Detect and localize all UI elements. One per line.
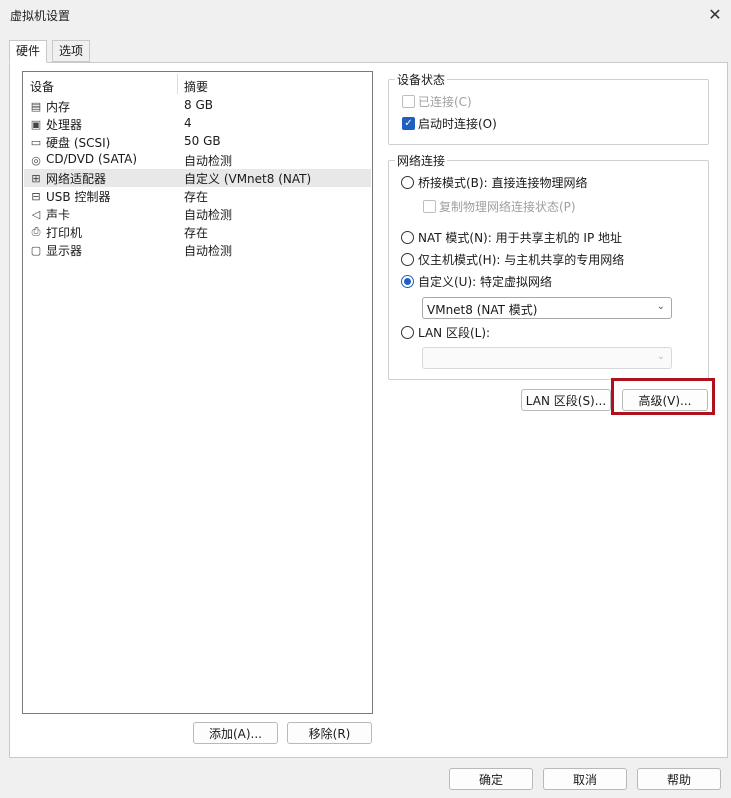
- close-icon[interactable]: ✕: [706, 5, 724, 24]
- list-item-printer[interactable]: ⎙ 打印机 存在: [24, 223, 371, 241]
- bridged-radio[interactable]: [401, 176, 414, 189]
- lan-segments-button[interactable]: LAN 区段(S)...: [521, 389, 611, 411]
- list-item-cd-dvd[interactable]: ◎ CD/DVD (SATA) 自动检测: [24, 151, 371, 169]
- tab-hardware[interactable]: 硬件: [9, 40, 48, 63]
- list-item-usb[interactable]: ⊟ USB 控制器 存在: [24, 187, 371, 205]
- device-name: 硬盘 (SCSI): [46, 136, 111, 150]
- lan-segment-select[interactable]: ⌄: [422, 347, 672, 369]
- column-divider[interactable]: [177, 74, 178, 94]
- lan-segment-radio[interactable]: [401, 326, 414, 339]
- list-item-network-adapter[interactable]: ⊞ 网络适配器 自定义 (VMnet8 (NAT): [24, 169, 371, 187]
- device-name: 声卡: [46, 208, 71, 222]
- bridged-label[interactable]: 桥接模式(B): 直接连接物理网络: [418, 174, 587, 191]
- device-summary: 存在: [184, 190, 209, 204]
- window-title: 虚拟机设置: [10, 9, 71, 23]
- title-bar: 虚拟机设置 ✕: [0, 0, 731, 30]
- device-status-title: 设备状态: [395, 71, 448, 88]
- device-status-group: [388, 79, 709, 145]
- list-item-processor[interactable]: ▣ 处理器 4: [24, 115, 371, 133]
- device-name: 内存: [46, 100, 71, 114]
- custom-network-value: VMnet8 (NAT 模式): [427, 303, 538, 317]
- highlight-box: [611, 378, 715, 415]
- chevron-down-icon: ⌄: [656, 301, 665, 312]
- device-summary: 存在: [184, 226, 209, 240]
- device-summary: 自定义 (VMnet8 (NAT): [184, 172, 312, 186]
- list-item-sound-card[interactable]: ◁ 声卡 自动检测: [24, 205, 371, 223]
- list-item-display[interactable]: ▢ 显示器 自动检测: [24, 241, 371, 259]
- host-only-radio[interactable]: [401, 253, 414, 266]
- device-name: 打印机: [46, 226, 83, 240]
- custom-label[interactable]: 自定义(U): 特定虚拟网络: [418, 273, 552, 290]
- device-name: 处理器: [46, 118, 83, 132]
- memory-icon: ▤: [30, 99, 42, 113]
- network-connection-title: 网络连接: [395, 152, 448, 169]
- column-header-summary[interactable]: 摘要: [184, 78, 208, 95]
- host-only-label[interactable]: 仅主机模式(H): 与主机共享的专用网络: [418, 251, 624, 268]
- list-item-hard-disk[interactable]: ▭ 硬盘 (SCSI) 50 GB: [24, 133, 371, 151]
- network-adapter-icon: ⊞: [31, 171, 41, 185]
- remove-button[interactable]: 移除(R): [287, 722, 372, 744]
- device-name: CD/DVD (SATA): [46, 152, 138, 166]
- printer-icon: ⎙: [31, 225, 41, 238]
- display-icon: ▢: [30, 243, 42, 257]
- connected-label[interactable]: 已连接(C): [418, 93, 472, 110]
- connect-at-power-on-checkbox[interactable]: ✓: [402, 117, 415, 130]
- help-button[interactable]: 帮助: [637, 768, 721, 790]
- chevron-down-icon: ⌄: [656, 351, 665, 362]
- column-header-device[interactable]: 设备: [30, 78, 54, 95]
- processor-icon: ▣: [30, 117, 42, 131]
- nat-label[interactable]: NAT 模式(N): 用于共享主机的 IP 地址: [418, 229, 622, 246]
- device-name: USB 控制器: [46, 190, 111, 204]
- replicate-state-label[interactable]: 复制物理网络连接状态(P): [439, 198, 576, 215]
- hard-disk-icon: ▭: [30, 135, 42, 149]
- device-summary: 8 GB: [184, 98, 213, 112]
- device-name: 显示器: [46, 244, 83, 258]
- custom-network-select[interactable]: VMnet8 (NAT 模式) ⌄: [422, 297, 672, 319]
- connected-checkbox[interactable]: [402, 95, 415, 108]
- sound-card-icon: ◁: [31, 207, 41, 221]
- replicate-state-checkbox[interactable]: [423, 200, 436, 213]
- cd-dvd-icon: ◎: [31, 153, 41, 167]
- list-item-memory[interactable]: ▤ 内存 8 GB: [24, 97, 371, 115]
- connect-at-power-on-label[interactable]: 启动时连接(O): [418, 115, 497, 132]
- ok-button[interactable]: 确定: [449, 768, 533, 790]
- add-button[interactable]: 添加(A)...: [193, 722, 278, 744]
- usb-icon: ⊟: [31, 189, 41, 203]
- nat-radio[interactable]: [401, 231, 414, 244]
- tab-options[interactable]: 选项: [52, 40, 91, 62]
- device-summary: 4: [184, 116, 192, 130]
- custom-radio[interactable]: [401, 275, 414, 288]
- device-summary: 自动检测: [184, 208, 233, 222]
- device-summary: 自动检测: [184, 244, 233, 258]
- device-name: 网络适配器: [46, 172, 107, 186]
- lan-segment-label[interactable]: LAN 区段(L):: [418, 324, 490, 341]
- device-summary: 50 GB: [184, 134, 221, 148]
- cancel-button[interactable]: 取消: [543, 768, 627, 790]
- device-summary: 自动检测: [184, 154, 233, 168]
